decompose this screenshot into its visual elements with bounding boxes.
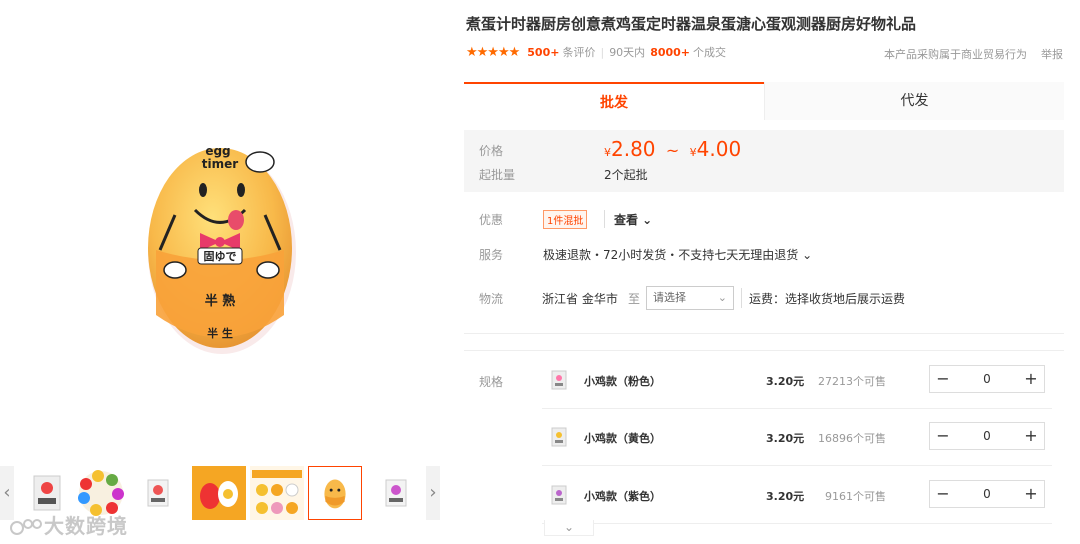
increment-button[interactable]: +: [1018, 366, 1044, 392]
region-select-placeholder: 请选择: [653, 291, 686, 304]
review-suffix[interactable]: 条评价: [562, 44, 595, 60]
discount-see-button[interactable]: 查看 ⌄: [614, 211, 652, 228]
tab-wholesale[interactable]: 批发: [464, 82, 764, 120]
thumb-next-button[interactable]: ›: [426, 466, 440, 520]
watermark: 大数跨境: [10, 510, 128, 539]
deal-period: 90天内: [609, 46, 646, 59]
moq-value: 2个起批: [604, 168, 648, 182]
thumbnail-image: [147, 479, 169, 507]
sku-name: 小鸡款（黄色）: [584, 432, 661, 445]
deal-suffix: 个成交: [693, 46, 727, 59]
price-max: 4.00: [696, 137, 742, 161]
sku-stock: 9161个可售: [825, 490, 886, 503]
quantity-stepper: − 0 +: [929, 422, 1045, 450]
quantity-stepper: − 0 +: [929, 480, 1045, 508]
egg-half-raw-text: 半 生: [207, 326, 233, 340]
discount-label: 优惠: [479, 213, 504, 227]
sku-row: 小鸡款（紫色） 3.20元 9161个可售 − 0 +: [542, 466, 1052, 524]
thumbnail-6-active[interactable]: [308, 466, 362, 520]
sku-name: 小鸡款（粉色）: [584, 375, 661, 388]
sku-stock: 16896个可售: [818, 432, 886, 445]
egg-half-boiled-text: 半 熟: [205, 293, 236, 309]
quantity-input[interactable]: 0: [956, 481, 1018, 507]
service-text[interactable]: 极速退款・72小时发货・不支持七天无理由退货 ⌄: [543, 246, 812, 263]
thumbnail-7[interactable]: [368, 466, 422, 520]
sku-name: 小鸡款（紫色）: [584, 490, 661, 503]
sku-price: 3.20元: [766, 432, 805, 445]
decrement-button[interactable]: −: [930, 366, 956, 392]
quantity-stepper: − 0 +: [929, 365, 1045, 393]
sku-thumbnail: [550, 427, 568, 447]
deal-count: 8000+: [650, 45, 691, 59]
thumbnail-3[interactable]: [130, 466, 184, 520]
business-note: 本产品采购属于商业贸易行为: [884, 48, 1027, 61]
watermark-logo-icon: [10, 518, 42, 535]
thumbnail-image: [385, 479, 407, 507]
sku-stock: 27213个可售: [818, 375, 886, 388]
increment-button[interactable]: +: [1018, 481, 1044, 507]
rating-divider: |: [600, 45, 605, 59]
spec-label: 规格: [479, 375, 504, 389]
region-select[interactable]: 请选择 ⌄: [646, 286, 734, 310]
product-title: 煮蛋计时器厨房创意煮鸡蛋定时器温泉蛋溏心蛋观测器厨房好物礼品: [466, 15, 917, 33]
price-tilde: ~: [665, 141, 680, 160]
egg-label-top: egg: [205, 144, 230, 158]
egg-label-timer: timer: [202, 157, 238, 171]
sku-price: 3.20元: [766, 375, 805, 388]
currency-symbol: ¥: [604, 146, 611, 159]
thumbnail-image: [192, 466, 246, 520]
sku-thumbnail: [550, 370, 568, 390]
sku-row: 小鸡款（黄色） 3.20元 16896个可售 − 0 +: [542, 408, 1052, 466]
price-label: 价格: [479, 144, 504, 158]
thumbnail-image: [324, 479, 346, 509]
rating-stars-icon: ★★★★★: [466, 44, 520, 60]
currency-symbol: ¥: [689, 146, 697, 159]
rating-row: ★★★★★ 500+ 条评价 | 90天内 8000+ 个成交: [466, 44, 726, 60]
section-divider: [464, 333, 1064, 334]
main-product-image[interactable]: 固ゆで 半 熟 半 生 egg timer: [100, 100, 340, 400]
divider: [741, 288, 742, 308]
egg-timer-illustration: 固ゆで 半 熟 半 生 egg timer: [148, 144, 296, 354]
report-link[interactable]: 举报: [1041, 46, 1063, 62]
sku-row: 小鸡款（粉色） 3.20元 27213个可售 − 0 +: [542, 351, 1052, 409]
ship-origin: 浙江省 金华市: [542, 292, 618, 306]
sku-thumbnail: [550, 485, 568, 505]
price-range: ¥2.80 ~ ¥4.00: [604, 137, 741, 161]
quantity-input[interactable]: 0: [956, 423, 1018, 449]
ship-to-label: 至: [628, 292, 641, 306]
decrement-button[interactable]: −: [930, 481, 956, 507]
thumbnail-image: [250, 466, 304, 520]
egg-mouth-text: 固ゆで: [204, 250, 237, 263]
divider: [604, 210, 605, 228]
decrement-button[interactable]: −: [930, 423, 956, 449]
expand-skus-chevron-icon[interactable]: ⌄: [544, 520, 594, 536]
increment-button[interactable]: +: [1018, 423, 1044, 449]
price-box: 价格 ¥2.80 ~ ¥4.00 起批量 2个起批: [464, 130, 1064, 192]
purchase-mode-tabs: 批发 代发: [464, 82, 1064, 120]
watermark-text: 大数跨境: [44, 514, 128, 538]
thumbnail-5[interactable]: [250, 466, 304, 520]
chevron-down-icon: ⌄: [717, 291, 727, 304]
sku-price: 3.20元: [766, 490, 805, 503]
thumbnail-4[interactable]: [192, 466, 246, 520]
logistics-label: 物流: [479, 292, 504, 306]
freight-text: 运费：选择收货地后展示运费: [749, 292, 906, 306]
service-label: 服务: [479, 248, 504, 262]
moq-label: 起批量: [479, 168, 516, 182]
price-min: 2.80: [611, 137, 656, 161]
quantity-input[interactable]: 0: [956, 366, 1018, 392]
tab-dropship[interactable]: 代发: [764, 82, 1064, 120]
discount-tag: 1件混批: [543, 210, 588, 229]
row-divider: [542, 523, 1052, 524]
review-count[interactable]: 500+: [527, 46, 559, 59]
